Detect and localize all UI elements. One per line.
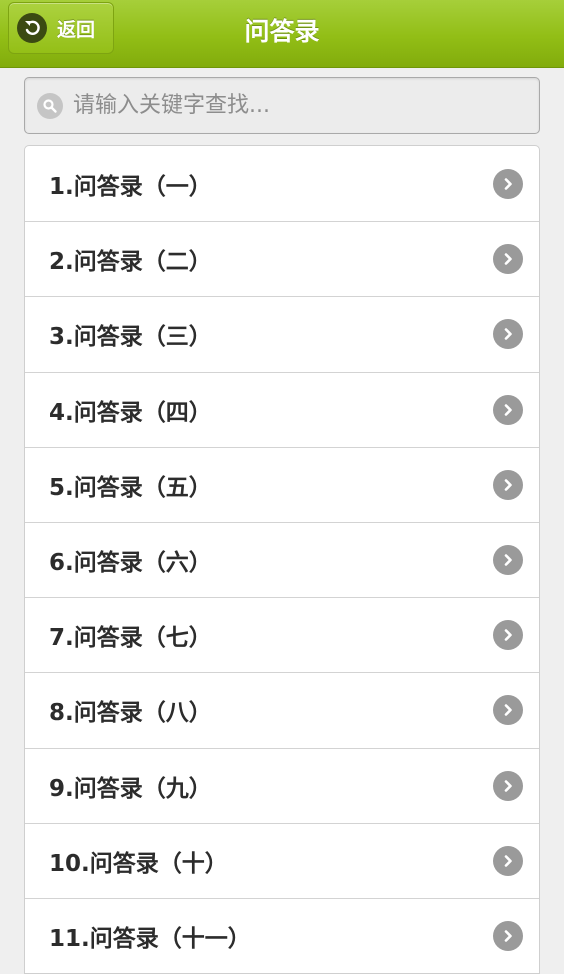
list-item[interactable]: 10.问答录（十） <box>25 822 539 898</box>
chevron-right-icon <box>493 770 523 801</box>
list-item-label: 8.问答录（八） <box>49 700 212 727</box>
list-item[interactable]: 3.问答录（三） <box>25 296 539 371</box>
list-item-label: 4.问答录（四） <box>49 399 212 426</box>
chevron-right-icon <box>493 545 523 576</box>
chevron-right-icon <box>493 695 523 726</box>
search-icon <box>37 92 63 119</box>
chevron-right-icon <box>493 845 523 876</box>
list-item-label: 3.问答录（三） <box>49 324 212 351</box>
list-item-label: 6.问答录（六） <box>49 550 212 577</box>
question-list: 1.问答录（一） 2.问答录（二） 3.问答录（三） 4.问答录（四） 5.问答… <box>24 145 540 974</box>
chevron-right-icon <box>493 168 523 199</box>
list-item-label: 11.问答录（十一） <box>49 925 251 952</box>
list-item-label: 7.问答录（七） <box>49 625 212 652</box>
page-title: 问答录 <box>244 17 320 46</box>
list-item[interactable]: 11.问答录（十一） <box>25 897 539 973</box>
chevron-right-icon <box>493 319 523 350</box>
search-input[interactable] <box>73 93 513 118</box>
list-item-label: 5.问答录（五） <box>49 474 212 501</box>
list-item[interactable]: 1.问答录（一） <box>25 146 539 221</box>
list-item[interactable]: 8.问答录（八） <box>25 672 539 747</box>
list-item[interactable]: 6.问答录（六） <box>25 521 539 597</box>
list-item-label: 1.问答录（一） <box>49 173 212 200</box>
list-item-label: 9.问答录（九） <box>49 775 212 802</box>
chevron-right-icon <box>493 620 523 651</box>
list-item[interactable]: 5.问答录（五） <box>25 446 539 522</box>
list-item-label: 2.问答录（二） <box>49 249 212 276</box>
chevron-right-icon <box>493 920 523 951</box>
list-item[interactable]: 4.问答录（四） <box>25 371 539 447</box>
list-item[interactable]: 2.问答录（二） <box>25 221 539 296</box>
chevron-right-icon <box>493 394 523 425</box>
chevron-right-icon <box>493 469 523 500</box>
chevron-right-icon <box>493 244 523 275</box>
header-bar: 返回 问答录 <box>0 0 564 68</box>
list-item[interactable]: 9.问答录（九） <box>25 747 539 823</box>
list-item-label: 10.问答录（十） <box>49 850 228 877</box>
list-item[interactable]: 7.问答录（七） <box>25 597 539 672</box>
search-bar <box>24 77 540 134</box>
